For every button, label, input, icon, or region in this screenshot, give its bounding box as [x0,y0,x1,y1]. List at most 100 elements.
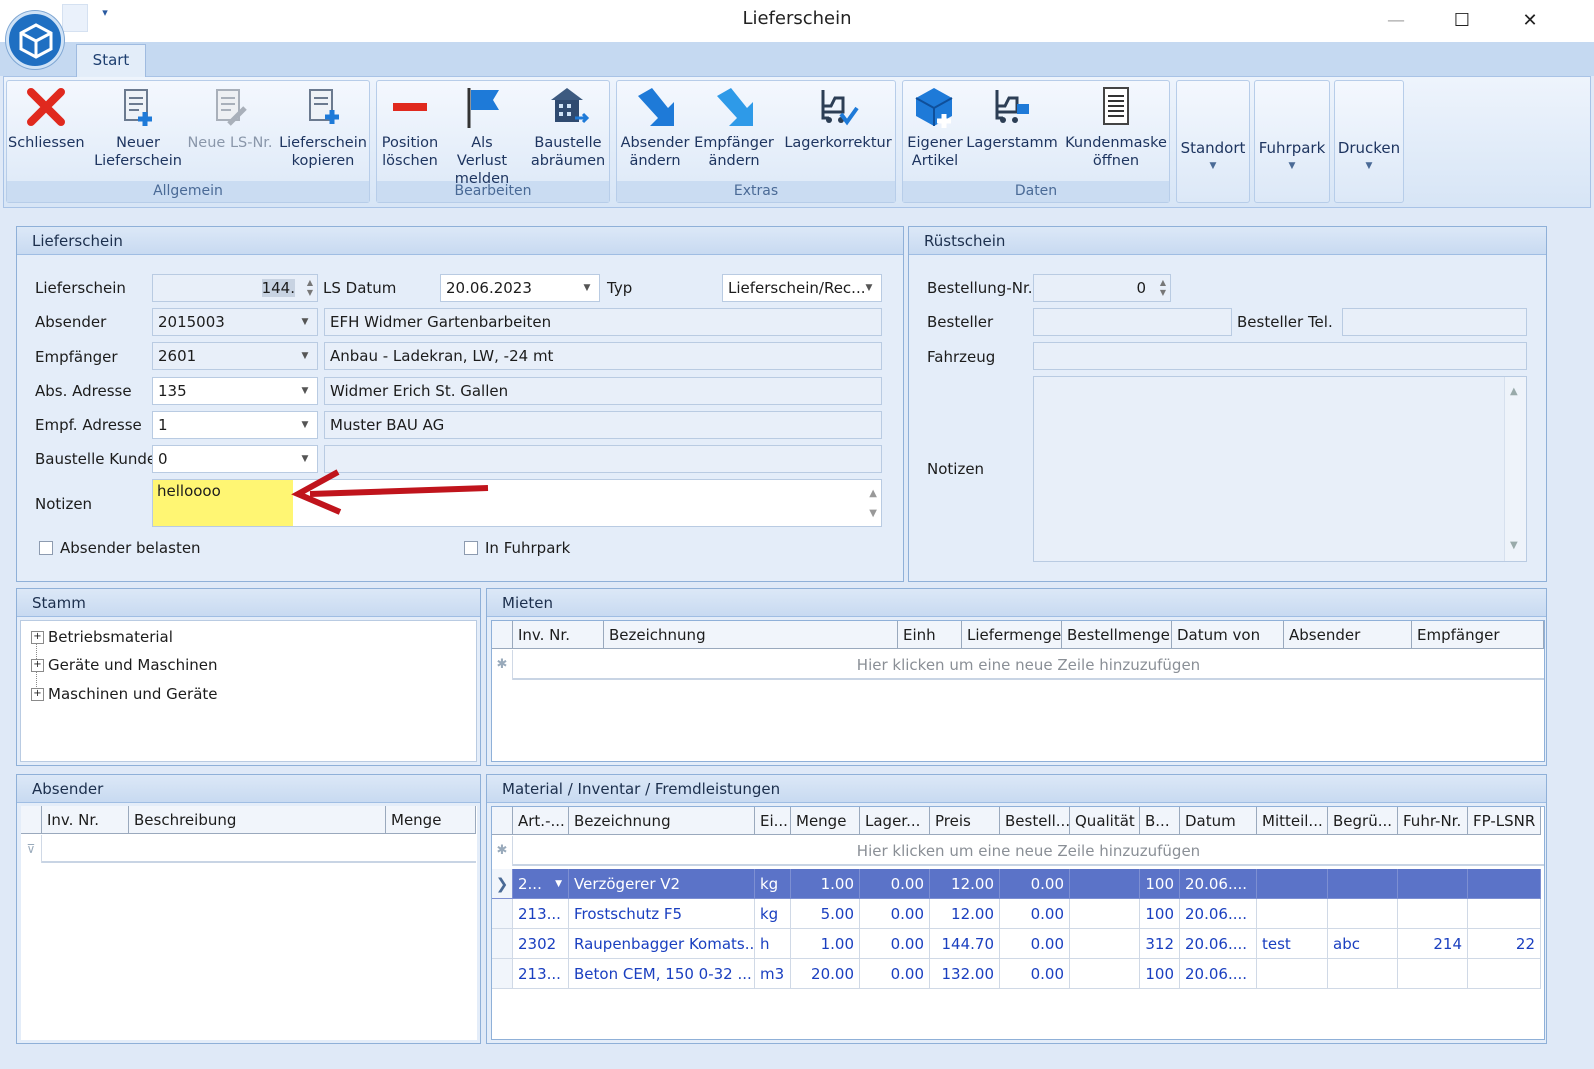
table-row[interactable]: 2302 Raupenbagger Komats... h 1.00 0.00 144.7… [492,929,1544,959]
typ-combo[interactable]: Lieferschein/Rec... ▼ [722,274,882,302]
table-cell[interactable] [1257,869,1328,899]
table-cell[interactable] [1468,959,1541,989]
expand-plus-icon[interactable]: + [31,631,44,644]
bestellung-nr-field[interactable]: 0 ▲ ▼ [1033,274,1171,302]
column-header[interactable]: Datum [1180,807,1257,835]
scroll-down-icon[interactable]: ▼ [1510,533,1518,559]
table-cell[interactable]: Raupenbagger Komats... [569,929,755,959]
column-header[interactable]: B... [1140,807,1180,835]
table-cell[interactable]: 2... ▼ [513,869,569,899]
table-cell[interactable] [1398,899,1468,929]
column-header[interactable]: Begrü... [1328,807,1398,835]
close-window-button[interactable]: ✕ [1510,6,1550,36]
expand-plus-icon[interactable]: + [31,688,44,701]
table-cell[interactable]: 100 [1140,899,1180,929]
table-cell[interactable] [1468,869,1541,899]
empfaenger-combo[interactable]: 2601 ▼ [152,342,318,370]
lieferschein-kopieren-button[interactable]: Lieferschein kopieren [278,84,368,180]
abs-adresse-combo[interactable]: 135 ▼ [152,377,318,405]
als-verlust-melden-button[interactable]: Als Verlust melden [444,84,520,187]
table-cell[interactable]: 0.00 [860,899,930,929]
column-header[interactable]: FP-LSNR [1468,807,1541,835]
lieferschein-number-field[interactable]: 144. ▲ ▼ [152,274,318,302]
table-row[interactable]: 213... Beton CEM, 150 0-32 ... m3 20.00 0.00… [492,959,1544,989]
app-logo-icon[interactable] [6,11,64,69]
standort-dropdown[interactable]: Standort ▼ [1176,80,1250,203]
fuhrpark-dropdown[interactable]: Fuhrpark ▼ [1254,80,1330,203]
column-header[interactable]: Bestell... [1000,807,1070,835]
column-header[interactable]: Ei... [755,807,791,835]
empfaenger-aendern-button[interactable]: Empfänger ändern [694,84,774,180]
table-row[interactable]: 213... Frostschutz F5 kg 5.00 0.00 12.00 0.00 1… [492,899,1544,929]
chevron-down-icon[interactable]: ▼ [555,869,562,898]
column-header[interactable]: Einh [898,621,962,649]
table-cell[interactable]: Beton CEM, 150 0-32 ... [569,959,755,989]
kundenmaske-oeffnen-button[interactable]: Kundenmaske öffnen [1064,84,1168,180]
empf-adresse-combo[interactable]: 1 ▼ [152,411,318,439]
table-cell[interactable]: 100 [1140,869,1180,899]
table-cell[interactable]: 20.00 [791,959,860,989]
ls-datum-field[interactable]: 20.06.2023 ▼ [440,274,600,302]
table-cell[interactable]: 12.00 [930,869,1000,899]
column-header[interactable]: Beschreibung [129,806,386,834]
table-cell[interactable]: 0.00 [1000,899,1070,929]
table-cell[interactable] [1398,869,1468,899]
scrollbar[interactable]: ▲ ▼ [1504,377,1526,561]
maximize-button[interactable]: ☐ [1442,6,1482,36]
filter-icon[interactable]: ⊽ [21,835,42,863]
expand-plus-icon[interactable]: + [31,659,44,672]
table-cell[interactable] [1257,899,1328,929]
baustelle-abraeumen-button[interactable]: Baustelle abräumen [528,84,608,180]
table-cell[interactable] [1070,899,1140,929]
table-cell[interactable] [1070,959,1140,989]
row-selector[interactable] [492,899,513,929]
column-header[interactable]: Bezeichnung [569,807,755,835]
column-header[interactable]: Mitteil... [1257,807,1328,835]
table-cell[interactable]: 2302 [513,929,569,959]
table-cell[interactable]: 20.06.... [1180,959,1257,989]
table-cell[interactable] [1328,959,1398,989]
ruest-notizen-textarea[interactable]: ▲ ▼ [1033,376,1527,562]
besteller-tel-field[interactable] [1342,308,1527,336]
column-header[interactable]: Absender [1284,621,1412,649]
tree-node-maschinen-und-geraete[interactable]: + Maschinen und Geräte [31,680,218,708]
chevron-down-icon[interactable]: ▼ [581,275,593,301]
table-cell[interactable]: Verzögerer V2 [569,869,755,899]
abs-adresse-name-field[interactable]: Widmer Erich St. Gallen [324,377,882,405]
chevron-down-icon[interactable]: ▼ [299,309,311,335]
neuer-lieferschein-button[interactable]: Neuer Lieferschein [92,84,184,180]
table-cell[interactable]: m3 [755,959,791,989]
table-cell[interactable]: kg [755,869,791,899]
table-cell[interactable]: 1.00 [791,929,860,959]
table-cell[interactable]: 214 [1398,929,1468,959]
column-header[interactable]: Empfänger [1412,621,1544,649]
minimize-button[interactable]: — [1376,6,1416,36]
new-row-prompt[interactable]: Hier klicken um eine neue Zeile hinzuzuf… [513,836,1544,866]
besteller-field[interactable] [1033,308,1232,336]
table-cell[interactable]: 20.06.... [1180,869,1257,899]
table-cell[interactable]: 0.00 [860,959,930,989]
absender-name-field[interactable]: EFH Widmer Gartenbarbeiten [324,308,882,336]
eigener-artikel-button[interactable]: Eigener Artikel [904,84,966,180]
table-cell[interactable] [1070,929,1140,959]
chevron-down-icon[interactable]: ▼ [863,275,875,301]
column-header[interactable]: Bestellmenge [1062,621,1172,649]
filter-row[interactable] [42,835,476,863]
table-cell[interactable]: 0.00 [860,929,930,959]
lagerstamm-button[interactable]: Lagerstamm [966,84,1058,180]
table-cell[interactable]: 144.70 [930,929,1000,959]
schliessen-button[interactable]: Schliessen [8,84,85,180]
table-cell[interactable]: 0.00 [860,869,930,899]
spin-arrows-icon[interactable]: ▲ ▼ [1160,278,1166,298]
table-cell[interactable]: h [755,929,791,959]
table-cell[interactable]: 20.06.... [1180,899,1257,929]
table-cell[interactable]: 100 [1140,959,1180,989]
tree-node-geraete-und-maschinen[interactable]: + Geräte und Maschinen [31,651,218,679]
table-cell[interactable]: Frostschutz F5 [569,899,755,929]
tree-node-betriebsmaterial[interactable]: + Betriebsmaterial [31,623,173,651]
table-cell[interactable]: 312 [1140,929,1180,959]
notizen-textarea[interactable]: helloooo ▲ ▼ [152,479,882,527]
table-cell[interactable]: 0.00 [1000,929,1070,959]
spin-arrows-icon[interactable]: ▲ ▼ [307,278,313,298]
row-selector[interactable] [492,959,513,989]
